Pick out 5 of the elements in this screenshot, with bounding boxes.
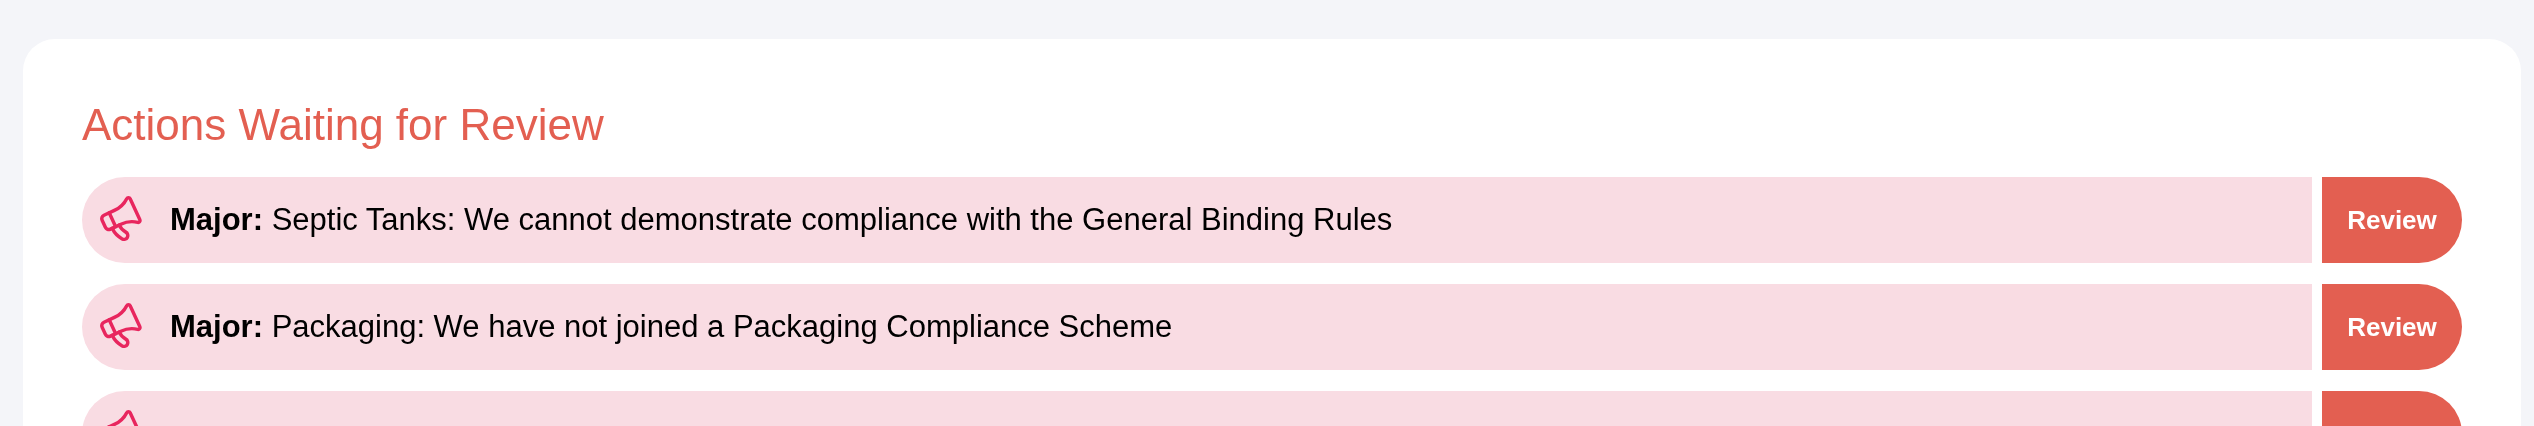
review-button[interactable]: Review [2322,284,2462,370]
action-text: Major: Septic Tanks: We cannot demonstrate compliance with the General Binding Rules [170,200,1393,239]
review-button[interactable]: Review [2322,177,2462,263]
action-text: Major: Packaging: We have not joined a Packaging Compliance Scheme [170,307,1173,346]
section-title: Actions Waiting for Review [82,99,604,151]
